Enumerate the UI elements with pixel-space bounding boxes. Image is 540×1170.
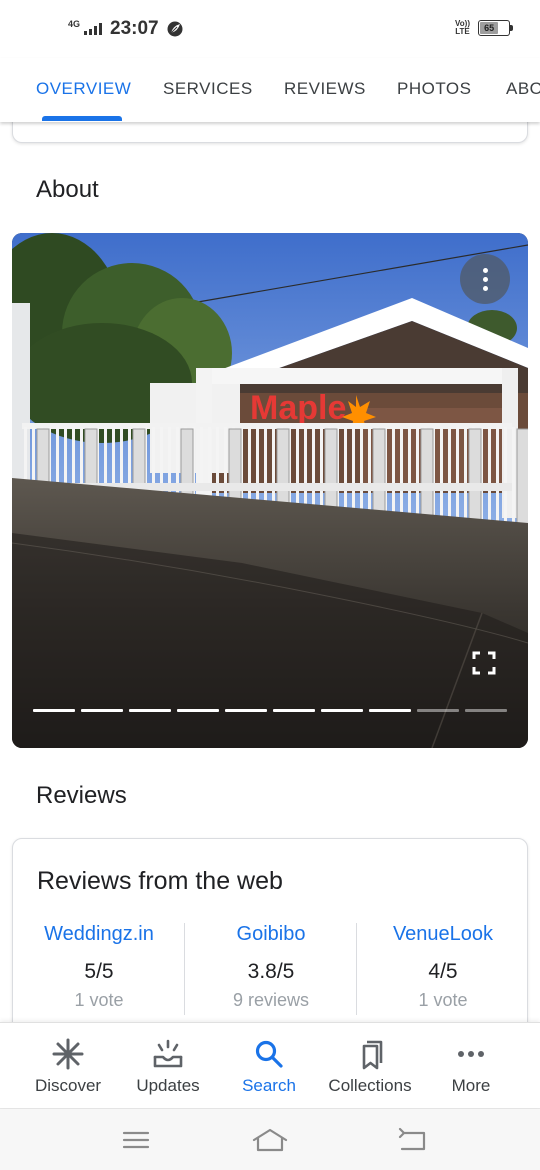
recents-menu-icon[interactable] bbox=[116, 1125, 156, 1155]
nav-label: Search bbox=[242, 1076, 296, 1095]
tab-reviews[interactable]: REVIEWS bbox=[284, 79, 366, 99]
clock: 23:07 bbox=[110, 18, 159, 39]
review-count: 1 vote bbox=[74, 990, 124, 1010]
review-source-name[interactable]: Goibibo bbox=[185, 923, 357, 946]
fence-panel bbox=[84, 428, 98, 493]
carousel-dot bbox=[129, 709, 171, 712]
search-icon bbox=[255, 1040, 283, 1068]
fence-panel bbox=[372, 428, 386, 523]
fence-panel bbox=[516, 428, 528, 538]
web-reviews-card: Reviews from the web Weddingz.in 5/5 1 v… bbox=[12, 838, 528, 1038]
fullscreen-icon[interactable] bbox=[472, 651, 496, 675]
nav-more[interactable]: More bbox=[417, 1023, 525, 1109]
fence-bar bbox=[72, 427, 75, 493]
carousel-dot bbox=[321, 709, 363, 712]
review-score: 5/5 bbox=[84, 960, 114, 983]
nav-label: More bbox=[451, 1076, 491, 1095]
review-score: 4/5 bbox=[428, 960, 458, 983]
nav-search[interactable]: Search bbox=[215, 1023, 323, 1109]
asterisk-icon bbox=[52, 1038, 84, 1070]
reviews-heading: Reviews bbox=[36, 782, 127, 809]
review-count: 9 reviews bbox=[232, 990, 310, 1010]
review-source-venuelook[interactable]: VenueLook 4/5 1 vote bbox=[357, 923, 529, 1011]
nav-updates[interactable]: Updates bbox=[114, 1023, 222, 1109]
sign-text: Maple bbox=[250, 389, 346, 427]
more-horiz-icon bbox=[458, 1051, 484, 1057]
nav-label: Updates bbox=[136, 1076, 200, 1095]
fence-bar bbox=[24, 427, 27, 487]
review-source-name[interactable]: VenueLook bbox=[357, 923, 529, 946]
fence-panel bbox=[468, 428, 482, 533]
tab-overview[interactable]: OVERVIEW bbox=[36, 79, 131, 99]
bottom-navigation: Discover Updates Search Collections More bbox=[0, 1022, 540, 1108]
fence-panel bbox=[276, 428, 290, 513]
status-right: Vo)) LTE 65 bbox=[455, 19, 513, 36]
carousel-dot bbox=[417, 709, 459, 712]
tab-bar: OVERVIEW SERVICES REVIEWS PHOTOS ABO bbox=[0, 58, 540, 122]
carousel-dot bbox=[81, 709, 123, 712]
photo-options-button[interactable] bbox=[460, 254, 510, 304]
fence-bar bbox=[56, 427, 59, 491]
status-bar: 4G 23:07 Vo)) LTE 65 bbox=[0, 0, 540, 58]
status-left: 4G 23:07 bbox=[68, 18, 183, 40]
about-photo[interactable]: Maple bbox=[12, 233, 528, 748]
carousel-dot bbox=[465, 709, 507, 712]
leaf-notification-icon bbox=[167, 21, 183, 37]
battery-icon: 65 bbox=[478, 20, 513, 36]
venue-photo-image: Maple bbox=[12, 233, 528, 748]
review-score: 3.8/5 bbox=[247, 960, 295, 983]
carousel-indicators bbox=[33, 709, 507, 712]
network-type: 4G bbox=[68, 19, 81, 29]
system-navigation-bar bbox=[0, 1108, 540, 1170]
nav-label: Collections bbox=[328, 1076, 412, 1095]
active-tab-indicator bbox=[42, 116, 122, 121]
about-heading: About bbox=[36, 176, 99, 203]
bookmarks-icon bbox=[362, 1040, 383, 1070]
nav-collections[interactable]: Collections bbox=[316, 1023, 424, 1109]
back-icon[interactable] bbox=[392, 1125, 432, 1155]
fence-panel bbox=[324, 428, 338, 518]
carousel-dot bbox=[177, 709, 219, 712]
tab-services[interactable]: SERVICES bbox=[163, 79, 253, 99]
updates-icon bbox=[153, 1039, 183, 1068]
fence-panel bbox=[420, 428, 434, 528]
fence-bar bbox=[64, 427, 67, 492]
tab-photos[interactable]: PHOTOS bbox=[397, 79, 471, 99]
review-source-weddingz[interactable]: Weddingz.in 5/5 1 vote bbox=[13, 923, 185, 1011]
carousel-dot bbox=[33, 709, 75, 712]
review-source-goibibo[interactable]: Goibibo 3.8/5 9 reviews bbox=[185, 923, 357, 1011]
carousel-dot bbox=[225, 709, 267, 712]
battery-level: 65 bbox=[480, 22, 499, 34]
nav-label: Discover bbox=[34, 1076, 102, 1095]
carousel-dot bbox=[369, 709, 411, 712]
carousel-dot bbox=[273, 709, 315, 712]
fence-panel bbox=[228, 428, 242, 508]
home-icon[interactable] bbox=[250, 1125, 290, 1155]
fence-panel bbox=[180, 428, 194, 503]
web-reviews-title: Reviews from the web bbox=[37, 867, 283, 895]
review-source-name[interactable]: Weddingz.in bbox=[13, 923, 185, 946]
volte-icon: Vo)) LTE bbox=[455, 19, 470, 36]
fence-bar bbox=[32, 427, 35, 488]
review-count: 1 vote bbox=[418, 990, 468, 1010]
tab-about[interactable]: ABO bbox=[506, 79, 540, 99]
fence-panel bbox=[36, 428, 50, 488]
signal-icon bbox=[84, 23, 103, 35]
nav-discover[interactable]: Discover bbox=[14, 1023, 122, 1109]
screen: 4G 23:07 Vo)) LTE 65 OVERVIEW SERVICES R… bbox=[0, 0, 540, 1170]
